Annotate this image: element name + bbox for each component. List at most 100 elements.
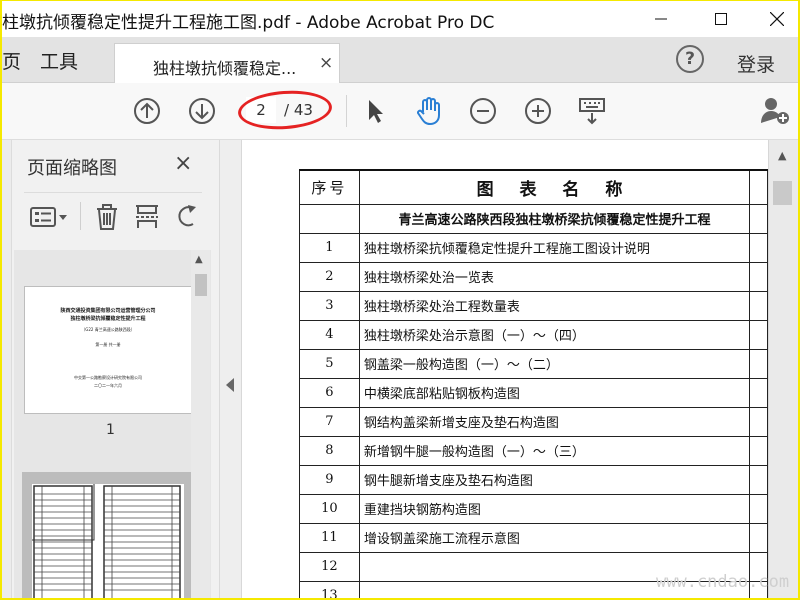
thumbnail-page-label: 1 [106,422,115,438]
row-number: 1 [299,232,360,263]
table-header-row: 序号 图 表 名 称 [299,169,768,205]
thumbnail-scrollbar[interactable]: ▲ [191,250,210,598]
row-number: 2 [299,261,360,292]
collapse-pane-icon[interactable] [226,378,234,392]
highlight-ring [236,87,334,133]
watermark-text: www.cndao.com [656,572,790,592]
row-number: 11 [299,522,360,553]
row-number: 3 [299,290,360,321]
row-extra [749,493,768,524]
scroll-up-icon[interactable]: ▲ [195,254,203,265]
undo-icon[interactable] [174,204,200,230]
toolbar: 2 / 43 [2,83,798,140]
table-row: 4 独柱墩桥梁处治示意图（一）～（四） [299,319,768,350]
row-number: 4 [299,319,360,350]
thumb-line: 第一册 共一册 [95,342,121,347]
document-scrollbar[interactable]: ▲ [768,140,798,598]
row-extra [749,464,768,495]
row-number: 13 [299,580,360,598]
row-drawing-name: 增设钢盖梁施工流程示意图 [358,522,751,553]
row-drawing-name: 独柱墩桥梁抗倾覆稳定性提升工程施工图设计说明 [358,232,751,263]
row-number: 8 [299,435,360,466]
next-page-icon[interactable] [187,96,217,126]
row-extra [749,261,768,292]
pane-title: 页面缩略图 [27,158,117,179]
group-seq [299,203,360,234]
pane-toolbar-divider [80,202,81,230]
zoom-out-icon[interactable] [468,96,498,126]
page-thumbnail-1[interactable]: 陕西交通投资集团有限公司运营管理分公司 独柱墩桥梁抗倾覆稳定性提升工程 （G22… [24,286,192,414]
thumbnail-list: 陕西交通投资集团有限公司运营管理分公司 独柱墩桥梁抗倾覆稳定性提升工程 （G22… [14,250,211,598]
acrobat-window: 柱墩抗倾覆稳定性提升工程施工图.pdf - Adobe Acrobat Pro … [2,1,798,598]
row-number: 7 [299,406,360,437]
thumbnail-table-preview [25,479,181,598]
header-name: 图 表 名 称 [358,169,751,205]
navigation-strip [2,140,12,598]
document-tab-close-icon[interactable]: × [319,53,333,73]
insert-page-icon[interactable] [134,204,160,230]
row-drawing-name: 钢结构盖梁新增支座及垫石构造图 [358,406,751,437]
minimize-button[interactable] [638,1,684,37]
thumb-line: 陕西交通投资集团有限公司运营管理分公司 [60,308,156,314]
document-tab[interactable]: 独柱墩抗倾覆稳定... × [114,43,340,84]
minimize-icon [655,18,667,20]
scroll-up-icon[interactable]: ▲ [778,149,786,162]
window-title: 柱墩抗倾覆稳定性提升工程施工图.pdf - Adobe Acrobat Pro … [2,13,495,33]
pane-close-icon[interactable]: × [174,151,192,176]
tools-tab[interactable]: 工具 [40,47,78,74]
table-row: 2 独柱墩桥梁处治一览表 [299,261,768,292]
table-row: 7 钢结构盖梁新增支座及垫石构造图 [299,406,768,437]
close-icon [770,12,784,26]
group-title: 青兰高速公路陕西段独柱墩桥梁抗倾覆稳定性提升工程 [358,203,751,234]
table-row: 10 重建挡块钢筋构造图 [299,493,768,524]
row-extra [749,319,768,350]
group-extra [749,203,768,234]
options-menu-icon[interactable] [30,206,70,228]
table-row: 3 独柱墩桥梁处治工程数量表 [299,290,768,321]
home-tab[interactable]: 页 [2,47,21,74]
hand-tool-icon[interactable] [414,96,444,126]
zoom-in-icon[interactable] [523,96,553,126]
thumbnail-scroll-thumb[interactable] [195,274,207,296]
page-thumbnail-2-selected[interactable] [22,472,194,598]
document-view[interactable]: 序号 图 表 名 称 青兰高速公路陕西段独柱墩桥梁抗倾覆稳定性提升工程 1 独柱墩… [242,140,768,598]
login-button[interactable]: 登录 [737,50,775,77]
row-number: 5 [299,348,360,379]
toolbar-divider [346,95,347,127]
pane-collapse-strip[interactable] [220,140,242,598]
thumb-line: 独柱墩桥梁抗倾覆稳定性提升工程 [70,316,146,322]
prev-page-icon[interactable] [132,96,162,126]
row-extra [749,435,768,466]
drawing-index-table: 序号 图 表 名 称 青兰高速公路陕西段独柱墩桥梁抗倾覆稳定性提升工程 1 独柱墩… [299,169,768,598]
page-thumbnail-2 [25,479,184,598]
menu-bar: 页 工具 独柱墩抗倾覆稳定... × ? 登录 [2,37,798,84]
document-scroll-thumb[interactable] [773,181,792,205]
title-bar: 柱墩抗倾覆稳定性提升工程施工图.pdf - Adobe Acrobat Pro … [2,1,798,37]
delete-icon[interactable] [94,204,120,230]
document-tab-label: 独柱墩抗倾覆稳定... [153,59,297,78]
table-row: 5 钢盖梁一般构造图（一）～（二） [299,348,768,379]
help-icon[interactable]: ? [676,45,704,73]
row-drawing-name: 独柱墩桥梁处治示意图（一）～（四） [358,319,751,350]
row-drawing-name: 独柱墩桥梁处治工程数量表 [358,290,751,321]
table-row: 6 中横梁底部粘贴钢板构造图 [299,377,768,408]
maximize-icon [715,13,727,25]
pane-divider [24,192,202,193]
row-extra [749,290,768,321]
row-extra [749,232,768,263]
add-user-icon[interactable] [760,95,790,129]
table-row: 11 增设钢盖梁施工流程示意图 [299,522,768,553]
row-drawing-name: 重建挡块钢筋构造图 [358,493,751,524]
table-group-row: 青兰高速公路陕西段独柱墩桥梁抗倾覆稳定性提升工程 [299,203,768,234]
row-extra [749,522,768,553]
close-window-button[interactable] [754,1,798,37]
maximize-button[interactable] [698,1,744,37]
row-extra [749,406,768,437]
thumb-line: （G22 青兰高速公路陕西段） [81,327,135,332]
row-number: 10 [299,493,360,524]
keyboard-read-icon[interactable] [577,96,607,126]
row-number: 9 [299,464,360,495]
select-arrow-icon[interactable] [360,96,390,126]
table-row: 8 新增钢牛腿一般构造图（一）～（三） [299,435,768,466]
row-drawing-name: 钢盖梁一般构造图（一）～（二） [358,348,751,379]
